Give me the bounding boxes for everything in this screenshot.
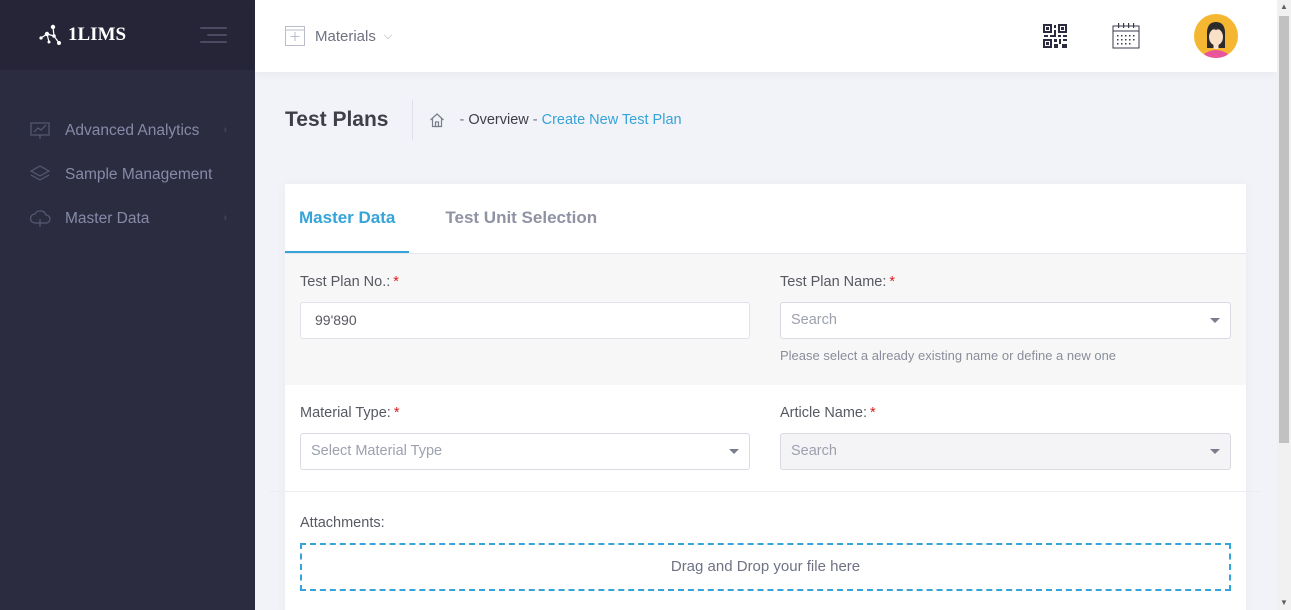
user-avatar-icon[interactable] (1194, 14, 1238, 58)
chevron-right-icon: › (223, 124, 227, 136)
page-title: Test Plans (285, 100, 414, 140)
material-type-label: Material Type: (300, 405, 391, 421)
qr-code-icon[interactable] (1042, 23, 1068, 49)
topbar: Materials ⌵ (255, 0, 1277, 72)
layers-icon (29, 165, 51, 181)
required-marker: * (870, 405, 876, 421)
module-label: Materials (315, 27, 376, 45)
test-plan-name-placeholder: Search (791, 312, 837, 328)
article-name-label: Article Name: (780, 405, 868, 421)
test-plan-no-label: Test Plan No.: (300, 274, 391, 290)
test-plan-name-field: Test Plan Name: * Search Please select a … (780, 274, 1231, 363)
material-type-placeholder: Select Material Type (311, 443, 443, 459)
test-plan-name-hint: Please select a already existing name or… (780, 348, 1117, 363)
calendar-icon[interactable] (1112, 23, 1140, 49)
chart-presentation-icon (30, 122, 50, 139)
module-dropdown[interactable]: Materials ⌵ (285, 26, 392, 46)
article-name-select[interactable]: Search (780, 433, 1231, 470)
form-row-identity: Test Plan No.: * 99'890 Test Plan Name: * … (285, 254, 1246, 385)
tab-master-data[interactable]: Master Data (285, 184, 410, 253)
sidebar-item-sample-management[interactable]: Sample Management (0, 152, 255, 196)
scroll-down-arrow-icon[interactable]: ▼ (1277, 596, 1291, 610)
field-label: Material Type: * (300, 405, 750, 423)
material-type-select[interactable]: Select Material Type (300, 433, 750, 470)
breadcrumb-separator: - (532, 112, 538, 128)
page-scrollbar[interactable]: ▲ ▼ (1277, 0, 1291, 610)
breadcrumb-current-link[interactable]: Create New Test Plan (542, 112, 682, 128)
cloud-icon (29, 210, 51, 227)
tab-test-unit-selection[interactable]: Test Unit Selection (431, 184, 611, 253)
field-label: Test Plan Name: * (780, 274, 1231, 292)
sidebar-item-label: Master Data (65, 209, 150, 227)
test-plan-name-label: Test Plan Name: (780, 274, 887, 290)
scroll-thumb[interactable] (1279, 16, 1289, 443)
brand-logo[interactable]: 1LIMS (38, 24, 126, 46)
test-plan-no-field: Test Plan No.: * 99'890 (300, 274, 750, 339)
form-tabs: Master Data Test Unit Selection (285, 184, 1246, 254)
brand-name: 1LIMS (68, 24, 127, 45)
test-plan-form-card: Master Data Test Unit Selection Test Pla… (270, 184, 1261, 610)
dropdown-arrow-icon (1210, 318, 1220, 323)
chevron-down-icon: ⌵ (383, 29, 393, 42)
article-name-field: Article Name: * Search (780, 405, 1231, 470)
field-label: Article Name: * (780, 405, 1231, 423)
required-marker: * (393, 274, 399, 290)
form-row-material: Material Type: * Select Material Type Art… (270, 385, 1261, 492)
required-marker: * (393, 405, 400, 421)
file-dropzone[interactable]: Drag and Drop your file here (300, 543, 1231, 591)
attachments-label: Attachments: (300, 515, 385, 531)
sidebar-item-master-data[interactable]: Master Data › (0, 196, 255, 240)
breadcrumb-overview-link[interactable]: Overview (468, 112, 528, 128)
home-icon[interactable] (429, 112, 445, 128)
topbar-actions (1042, 14, 1277, 58)
chevron-right-icon: › (223, 212, 227, 224)
test-plan-no-input[interactable]: 99'890 (300, 302, 750, 339)
add-box-icon (285, 26, 305, 46)
sidebar-item-label: Advanced Analytics (65, 121, 200, 139)
test-plan-name-select[interactable]: Search (780, 302, 1231, 339)
dropdown-arrow-icon (729, 449, 739, 454)
scroll-up-arrow-icon[interactable]: ▲ (1277, 0, 1291, 14)
attachments-section: Attachments: Drag and Drop your file her… (300, 515, 1231, 591)
sidebar-menu: Advanced Analytics › Sample Management M… (0, 70, 255, 240)
material-type-field: Material Type: * Select Material Type (300, 405, 750, 470)
required-marker: * (889, 274, 896, 290)
sidebar-item-advanced-analytics[interactable]: Advanced Analytics › (0, 108, 255, 152)
article-name-placeholder: Search (791, 443, 837, 459)
sidebar-item-label: Sample Management (65, 165, 213, 183)
sidebar: 1LIMS Advanced Analytics › Sample Manage… (0, 0, 255, 610)
breadcrumb: - Overview - Create New Test Plan (429, 112, 682, 128)
sidebar-toggle-icon[interactable] (200, 27, 227, 43)
breadcrumb-separator: - (459, 112, 465, 128)
molecule-logo-icon (39, 24, 61, 45)
sidebar-header: 1LIMS (0, 0, 255, 70)
field-label: Test Plan No.: * (300, 274, 750, 292)
page-subheader: Test Plans - Overview - Create New Test … (285, 100, 682, 140)
dropdown-arrow-icon (1210, 449, 1220, 454)
